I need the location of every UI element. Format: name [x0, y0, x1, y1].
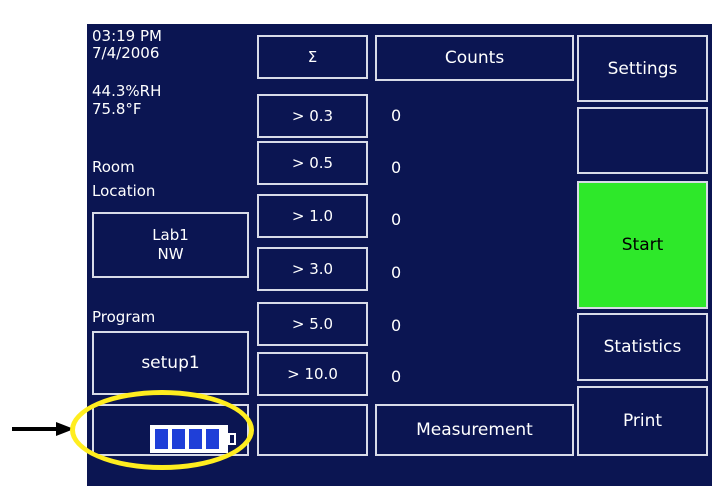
- battery-icon: [150, 425, 236, 453]
- statistics-button[interactable]: Statistics: [577, 313, 708, 381]
- count-value: 0: [391, 210, 402, 229]
- size-10-0-button[interactable]: > 10.0: [257, 352, 368, 396]
- date-text: 7/4/2006: [92, 44, 160, 62]
- count-value: 0: [391, 106, 402, 125]
- program-value: setup1: [141, 353, 200, 373]
- location-button[interactable]: Lab1 NW: [92, 212, 249, 278]
- battery-bar: [206, 429, 219, 449]
- battery-bar: [189, 429, 202, 449]
- program-button[interactable]: setup1: [92, 331, 249, 395]
- count-value: 0: [391, 316, 402, 335]
- measurement-button[interactable]: Measurement: [375, 404, 574, 456]
- time-text: 03:19 PM: [92, 27, 162, 45]
- counts-header-button[interactable]: Counts: [375, 35, 574, 81]
- room-label: Room: [92, 158, 135, 176]
- humidity-text: 44.3%RH: [92, 82, 162, 100]
- count-value: 0: [391, 367, 402, 386]
- settings-button[interactable]: Settings: [577, 35, 708, 102]
- size-0-5-button[interactable]: > 0.5: [257, 141, 368, 185]
- print-button[interactable]: Print: [577, 386, 708, 456]
- location-line1: Lab1: [152, 226, 189, 244]
- program-label: Program: [92, 308, 156, 326]
- temperature-text: 75.8°F: [92, 100, 142, 118]
- size-5-0-button[interactable]: > 5.0: [257, 302, 368, 346]
- sum-header-button[interactable]: Σ: [257, 35, 368, 79]
- count-value: 0: [391, 158, 402, 177]
- start-button[interactable]: Start: [577, 181, 708, 309]
- location-label: Location: [92, 182, 156, 200]
- empty-size-button[interactable]: [257, 404, 368, 456]
- size-1-0-button[interactable]: > 1.0: [257, 194, 368, 238]
- size-0-3-button[interactable]: > 0.3: [257, 94, 368, 138]
- count-value: 0: [391, 263, 402, 282]
- pointer-arrow-icon: [12, 422, 74, 436]
- battery-bar: [172, 429, 185, 449]
- battery-bar: [155, 429, 168, 449]
- size-3-0-button[interactable]: > 3.0: [257, 247, 368, 291]
- blank-action-button[interactable]: [577, 107, 708, 174]
- location-line2: NW: [157, 245, 184, 263]
